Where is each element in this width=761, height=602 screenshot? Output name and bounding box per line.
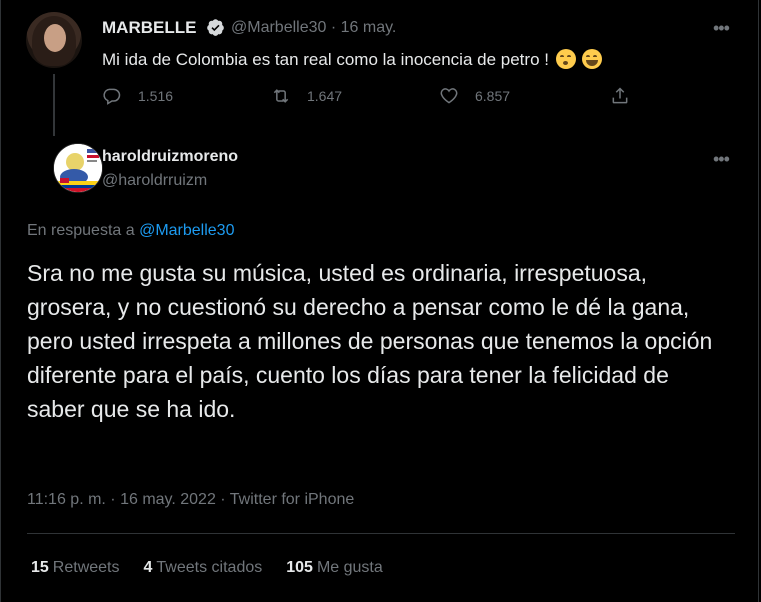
retweet-icon [273, 89, 289, 103]
tweet-thread: MARBELLE @Marbelle30 · 16 may. ••• Mi id… [0, 0, 759, 602]
verified-badge-icon [207, 19, 224, 36]
quote-tweets-stat[interactable]: 4 Tweets citados [144, 559, 263, 577]
main-more-options-icon[interactable]: ••• [713, 149, 737, 169]
parent-more-options-icon[interactable]: ••• [713, 18, 737, 38]
retweet-count: 1.647 [307, 88, 343, 104]
reply-to-handle-link[interactable]: @Marbelle30 [139, 222, 234, 239]
reply-icon [103, 88, 121, 105]
retweets-stat[interactable]: 15 Retweets [31, 559, 120, 577]
reply-button[interactable]: 1.516 [102, 86, 173, 106]
main-handle[interactable]: @haroldrruizm [102, 172, 207, 190]
likes-stat[interactable]: 105 Me gusta [286, 559, 383, 577]
main-author-name[interactable]: haroldruizmoreno [102, 148, 238, 166]
reply-context: En respuesta a @Marbelle30 [27, 222, 235, 239]
thread-connector-line [53, 74, 55, 136]
share-button[interactable] [610, 86, 646, 106]
share-icon [612, 87, 628, 104]
like-button[interactable]: 6.857 [439, 86, 510, 106]
main-tweet-text: Sra no me gusta su música, usted es ordi… [27, 260, 713, 422]
haroldruizmoreno-avatar[interactable] [53, 143, 103, 193]
grinning-squinting-face-emoji-icon [582, 49, 603, 69]
like-count: 6.857 [475, 88, 511, 104]
parent-author-name[interactable]: MARBELLE [102, 18, 196, 38]
retweet-button[interactable]: 1.647 [271, 86, 342, 106]
kissing-face-emoji-icon [555, 49, 576, 69]
engagement-stats: 15 Retweets 4 Tweets citados 105 Me gusta [31, 559, 383, 577]
parent-handle-date[interactable]: @Marbelle30 · 16 may. [231, 19, 396, 37]
divider [27, 533, 735, 534]
heart-icon [440, 88, 458, 104]
reply-count: 1.516 [138, 88, 174, 104]
parent-tweet-text: Mi ida de Colombia es tan real como la i… [102, 49, 603, 70]
tweet-timestamp-source[interactable]: 11:16 p. m. · 16 may. 2022 · Twitter for… [27, 491, 354, 509]
marbelle-avatar[interactable] [26, 12, 82, 68]
